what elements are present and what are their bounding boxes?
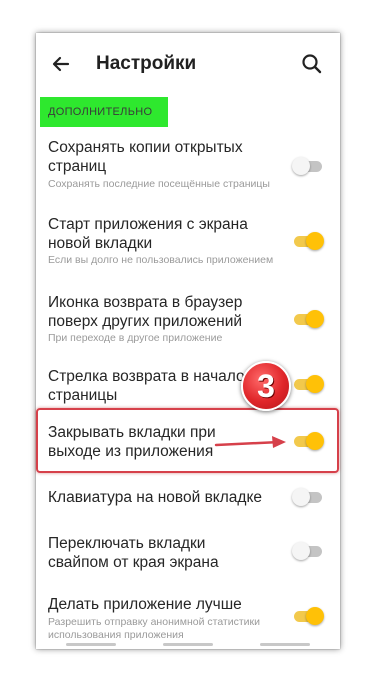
setting-row-save-copies[interactable]: Сохранять копии открытых страниц Сохраня… (36, 133, 340, 195)
toggle-switch-start-new-tab[interactable] (292, 230, 324, 252)
toggle-knob (292, 488, 310, 506)
toggle-knob (306, 310, 324, 328)
setting-row-improve-app[interactable]: Делать приложение лучше Разрешить отправ… (36, 593, 340, 643)
toggle-knob (306, 607, 324, 625)
toggle-switch-scroll-top-arrow[interactable] (292, 373, 324, 395)
settings-screen: Настройки ДОПОЛНИТЕЛЬНО Сохранять копии … (36, 33, 340, 649)
setting-title: Стрелка возврата в начало страницы (48, 368, 245, 404)
setting-title: Переключать вкладки свайпом от края экра… (48, 535, 219, 571)
annotation-arrow-icon (214, 436, 286, 448)
toggle-switch-save-copies[interactable] (292, 155, 324, 177)
toggle-switch-swipe-tabs[interactable] (292, 540, 324, 562)
toggle-switch-keyboard-new-tab[interactable] (292, 486, 324, 508)
app-bar: Настройки (36, 33, 340, 95)
search-icon (302, 54, 322, 74)
toggle-knob (292, 157, 310, 175)
setting-subtitle: Сохранять последние посещённые страницы (48, 178, 270, 190)
screenshot-stage: Настройки ДОПОЛНИТЕЛЬНО Сохранять копии … (0, 0, 376, 684)
setting-row-scroll-top-arrow[interactable]: Стрелка возврата в начало страницы (36, 365, 340, 413)
nav-indicator (66, 643, 116, 646)
arrow-left-icon (52, 56, 70, 72)
step-number-badge: 3 (241, 361, 291, 411)
nav-indicator (163, 643, 213, 646)
toggle-knob (292, 542, 310, 560)
setting-title: Старт приложения с экрана новой вкладки (48, 216, 248, 252)
setting-row-swipe-tabs[interactable]: Переключать вкладки свайпом от края экра… (36, 533, 340, 577)
toggle-switch-return-icon[interactable] (292, 308, 324, 330)
toggle-switch-improve-app[interactable] (292, 605, 324, 627)
section-header-advanced: ДОПОЛНИТЕЛЬНО (40, 97, 168, 127)
toggle-knob (306, 375, 324, 393)
setting-row-keyboard-new-tab[interactable]: Клавиатура на новой вкладке (36, 485, 340, 515)
setting-subtitle: При переходе в другое приложение (48, 332, 223, 344)
search-button[interactable] (298, 50, 326, 78)
setting-row-start-new-tab[interactable]: Старт приложения с экрана новой вкладки … (36, 211, 340, 273)
setting-title: Делать приложение лучше (48, 596, 242, 613)
setting-title: Иконка возврата в браузер поверх других … (48, 294, 243, 330)
setting-title: Сохранять копии открытых страниц (48, 139, 243, 175)
setting-row-return-icon[interactable]: Иконка возврата в браузер поверх других … (36, 288, 340, 350)
nav-indicator (260, 643, 310, 646)
setting-subtitle: Если вы долго не пользовались приложение… (48, 254, 274, 266)
system-nav-bar (36, 643, 340, 649)
page-title: Настройки (96, 53, 197, 74)
toggle-knob (306, 232, 324, 250)
setting-title: Клавиатура на новой вкладке (48, 489, 263, 506)
back-button[interactable] (46, 49, 76, 79)
setting-subtitle: Разрешить отправку анонимной статистики … (48, 616, 260, 641)
